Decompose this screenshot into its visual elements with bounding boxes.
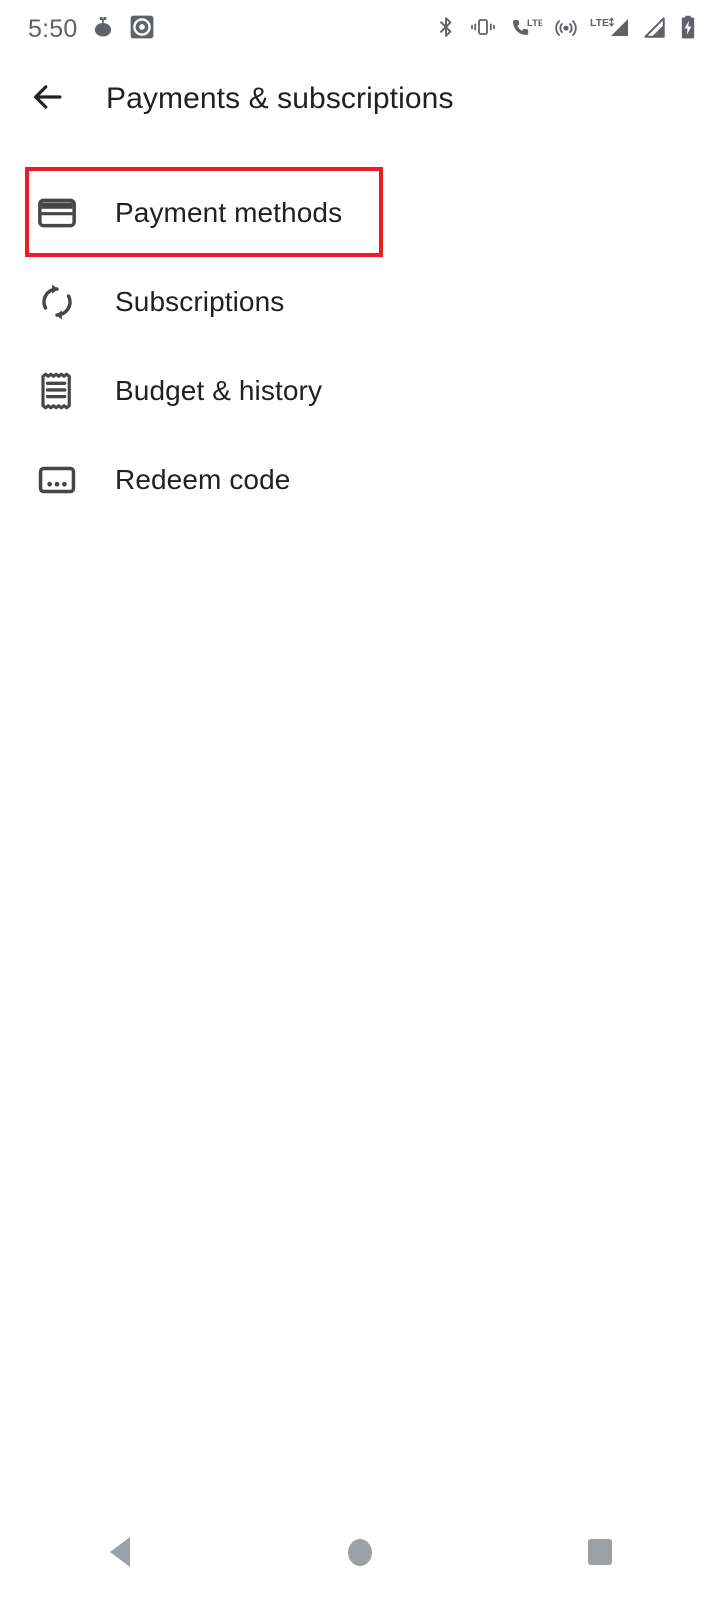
list-item-label: Payment methods (115, 196, 343, 228)
status-clock: 5:50 (28, 14, 78, 43)
list-item-label: Subscriptions (115, 285, 285, 317)
lte-data-icon: LTE (590, 14, 630, 45)
bluetooth-icon (434, 14, 458, 45)
signal-bars-secondary-icon (641, 14, 667, 45)
receipt-icon (33, 370, 81, 412)
back-button[interactable] (12, 63, 84, 135)
page-title: Payments & subscriptions (106, 82, 454, 115)
list-item-payment-methods[interactable]: Payment methods (0, 168, 720, 257)
nav-home-button[interactable] (300, 1504, 420, 1600)
list-item-subscriptions[interactable]: Subscriptions (0, 257, 720, 346)
settings-list: Payment methods Subscriptions Budget & h… (0, 168, 720, 524)
credit-card-icon (33, 192, 81, 234)
battery-charging-icon (678, 14, 698, 45)
nav-back-button[interactable] (60, 1504, 180, 1600)
status-bar-left: 5:50 (28, 14, 155, 45)
app-notification-icon (90, 14, 116, 45)
nav-home-circle-icon (348, 1538, 372, 1566)
svg-text:LTE: LTE (590, 17, 609, 29)
nav-back-triangle-icon (110, 1537, 130, 1567)
nav-recents-square-icon (588, 1539, 612, 1565)
android-navigation-bar (0, 1504, 720, 1600)
list-item-budget-history[interactable]: Budget & history (0, 346, 720, 435)
list-item-redeem-code[interactable]: Redeem code (0, 435, 720, 524)
app-bar: Payments & subscriptions (0, 58, 720, 140)
list-item-label: Budget & history (115, 374, 323, 406)
vibrate-icon (469, 14, 497, 45)
hotspot-icon (553, 14, 579, 45)
autorenew-icon (33, 281, 81, 323)
svg-text:LTE: LTE (527, 18, 542, 29)
status-bar: 5:50 LTE LTE (0, 0, 720, 58)
phone-screen: 5:50 LTE LTE Payments & subscriptions Pa… (0, 0, 720, 1600)
volte-call-icon: LTE (508, 14, 544, 45)
arrow-back-icon (29, 78, 67, 121)
list-item-label: Redeem code (115, 463, 291, 495)
nav-recents-button[interactable] (540, 1504, 660, 1600)
media-disc-icon (129, 14, 155, 45)
status-bar-right: LTE LTE (434, 14, 698, 45)
redeem-code-icon (33, 459, 81, 501)
